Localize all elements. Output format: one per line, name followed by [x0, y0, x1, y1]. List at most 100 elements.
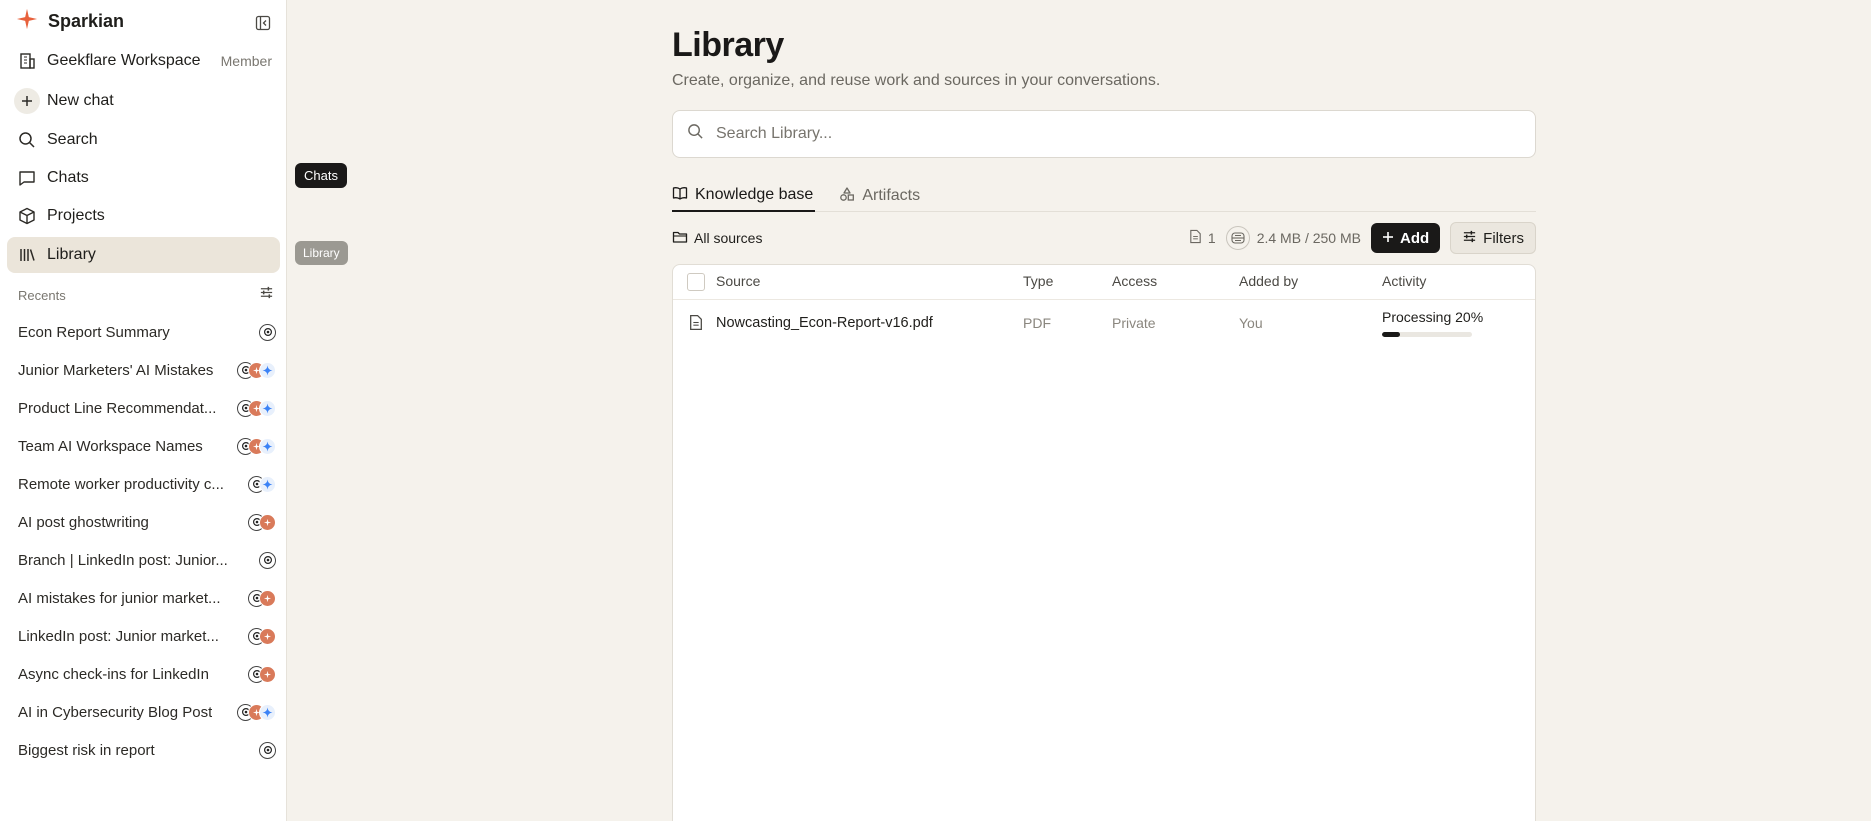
- sidebar-item-search[interactable]: Search: [7, 122, 280, 158]
- recent-chat-title: Junior Marketers' AI Mistakes: [18, 361, 214, 379]
- source-count-value: 1: [1207, 230, 1216, 246]
- file-document-icon: [689, 314, 703, 336]
- sidebar-item-library[interactable]: Library: [7, 237, 280, 273]
- gpt-model-icon: [259, 741, 276, 759]
- source-access: Private: [1112, 315, 1156, 331]
- storage-usage: 2.4 MB / 250 MB: [1225, 226, 1361, 250]
- recent-chat-item[interactable]: Async check-ins for LinkedIn: [18, 660, 276, 688]
- table-row[interactable]: Nowcasting_Econ-Report-v16.pdf PDF Priva…: [673, 301, 1535, 347]
- column-activity[interactable]: Activity: [1382, 273, 1426, 289]
- activity-status: Processing 20%: [1382, 309, 1484, 325]
- table-header: Source Type Access Added by Activity: [673, 265, 1535, 300]
- new-chat-label: New chat: [47, 92, 114, 109]
- tooltip-library: Library: [295, 241, 348, 265]
- recent-chat-title: Biggest risk in report: [18, 741, 155, 759]
- library-tabs: Knowledge base Artifacts: [672, 180, 1536, 212]
- recent-chat-item[interactable]: Branch | LinkedIn post: Junior...: [18, 546, 276, 574]
- source-type: PDF: [1023, 315, 1051, 331]
- gemini-model-icon: [259, 475, 276, 493]
- model-avatars: [237, 437, 276, 455]
- sliders-icon[interactable]: [259, 285, 274, 305]
- shapes-icon: [839, 186, 855, 207]
- tooltip-chats: Chats: [295, 163, 347, 188]
- recent-chat-title: Product Line Recommendat...: [18, 399, 217, 417]
- recent-chat-item[interactable]: AI mistakes for junior market...: [18, 584, 276, 612]
- column-added-by[interactable]: Added by: [1239, 273, 1298, 289]
- plus-icon: [14, 88, 40, 114]
- sidebar-item-projects[interactable]: Projects: [7, 198, 280, 234]
- document-icon: [1189, 229, 1202, 247]
- library-search-input[interactable]: [716, 125, 1496, 143]
- workspace-switcher[interactable]: Geekflare Workspace Member: [7, 43, 280, 79]
- recent-chat-title: AI post ghostwriting: [18, 513, 149, 531]
- page-subtitle: Create, organize, and reuse work and sou…: [672, 72, 1161, 89]
- model-avatars: [248, 475, 276, 493]
- plus-icon: [1382, 230, 1394, 247]
- model-avatars: [237, 703, 276, 721]
- chat-bubble-icon: [7, 169, 47, 187]
- model-avatars: [237, 361, 276, 379]
- claude-model-icon: [259, 513, 276, 531]
- recent-chat-item[interactable]: Junior Marketers' AI Mistakes: [18, 356, 276, 384]
- sources-table: Source Type Access Added by Activity Now…: [672, 264, 1536, 821]
- gemini-model-icon: [259, 399, 276, 417]
- tab-knowledge-base[interactable]: Knowledge base: [672, 180, 816, 212]
- workspace-name: Geekflare Workspace: [47, 52, 201, 69]
- open-book-icon: [672, 185, 688, 206]
- add-button-label: Add: [1399, 229, 1430, 247]
- tab-artifacts[interactable]: Artifacts: [839, 180, 922, 212]
- search-label: Search: [47, 131, 98, 148]
- gemini-model-icon: [259, 437, 276, 455]
- model-avatars: [248, 627, 276, 645]
- recent-chat-title: Async check-ins for LinkedIn: [18, 665, 209, 683]
- column-type[interactable]: Type: [1023, 273, 1053, 289]
- library-label: Library: [47, 246, 96, 263]
- recents-title: Recents: [18, 287, 66, 303]
- all-sources-selector[interactable]: All sources: [672, 229, 762, 248]
- recent-chat-item[interactable]: AI in Cybersecurity Blog Post: [18, 698, 276, 726]
- sidebar-item-chats[interactable]: Chats: [7, 160, 280, 196]
- add-source-button[interactable]: Add: [1370, 223, 1441, 253]
- model-avatars: [248, 589, 276, 607]
- search-icon: [7, 131, 47, 149]
- filter-sliders-icon: [1462, 229, 1477, 248]
- library-books-icon: [7, 246, 47, 264]
- tab-knowledge-base-label: Knowledge base: [695, 186, 814, 203]
- app-name: Sparkian: [48, 10, 125, 31]
- select-all-checkbox[interactable]: [687, 273, 705, 291]
- gemini-model-icon: [259, 361, 276, 379]
- model-avatars: [237, 399, 276, 417]
- recent-chat-item[interactable]: LinkedIn post: Junior market...: [18, 622, 276, 650]
- library-toolbar: All sources 1 2.4 MB / 250 MB Add Filter…: [672, 222, 1536, 254]
- recent-chat-item[interactable]: Remote worker productivity c...: [18, 470, 276, 498]
- storage-database-icon: [1225, 226, 1250, 250]
- recent-chat-item[interactable]: AI post ghostwriting: [18, 508, 276, 536]
- claude-model-icon: [259, 589, 276, 607]
- recent-chat-title: AI mistakes for junior market...: [18, 589, 221, 607]
- collapse-sidebar-button[interactable]: [252, 12, 274, 34]
- cube-icon: [7, 207, 47, 225]
- gemini-model-icon: [259, 703, 276, 721]
- all-sources-label: All sources: [694, 230, 763, 246]
- new-chat-button[interactable]: New chat: [7, 83, 280, 119]
- column-source[interactable]: Source: [716, 273, 760, 289]
- recent-chat-item[interactable]: Biggest risk in report: [18, 736, 276, 764]
- sidebar: Sparkian Geekflare Workspace Member New …: [0, 0, 287, 821]
- library-search-box[interactable]: [672, 110, 1536, 158]
- column-access[interactable]: Access: [1112, 273, 1157, 289]
- search-icon: [687, 123, 704, 145]
- recent-chat-item[interactable]: Team AI Workspace Names: [18, 432, 276, 460]
- model-avatars: [259, 741, 276, 759]
- recent-chat-item[interactable]: Product Line Recommendat...: [18, 394, 276, 422]
- model-avatars: [248, 513, 276, 531]
- gpt-model-icon: [259, 323, 276, 341]
- brand[interactable]: Sparkian: [16, 8, 124, 34]
- filters-button[interactable]: Filters: [1450, 222, 1536, 254]
- recent-chat-item[interactable]: Econ Report Summary: [18, 318, 276, 346]
- recent-chat-title: Team AI Workspace Names: [18, 437, 203, 455]
- chats-label: Chats: [47, 169, 89, 186]
- model-avatars: [259, 551, 276, 569]
- recent-chat-title: LinkedIn post: Junior market...: [18, 627, 219, 645]
- sparkian-logo-icon: [16, 8, 38, 35]
- source-file-name[interactable]: Nowcasting_Econ-Report-v16.pdf: [716, 315, 933, 331]
